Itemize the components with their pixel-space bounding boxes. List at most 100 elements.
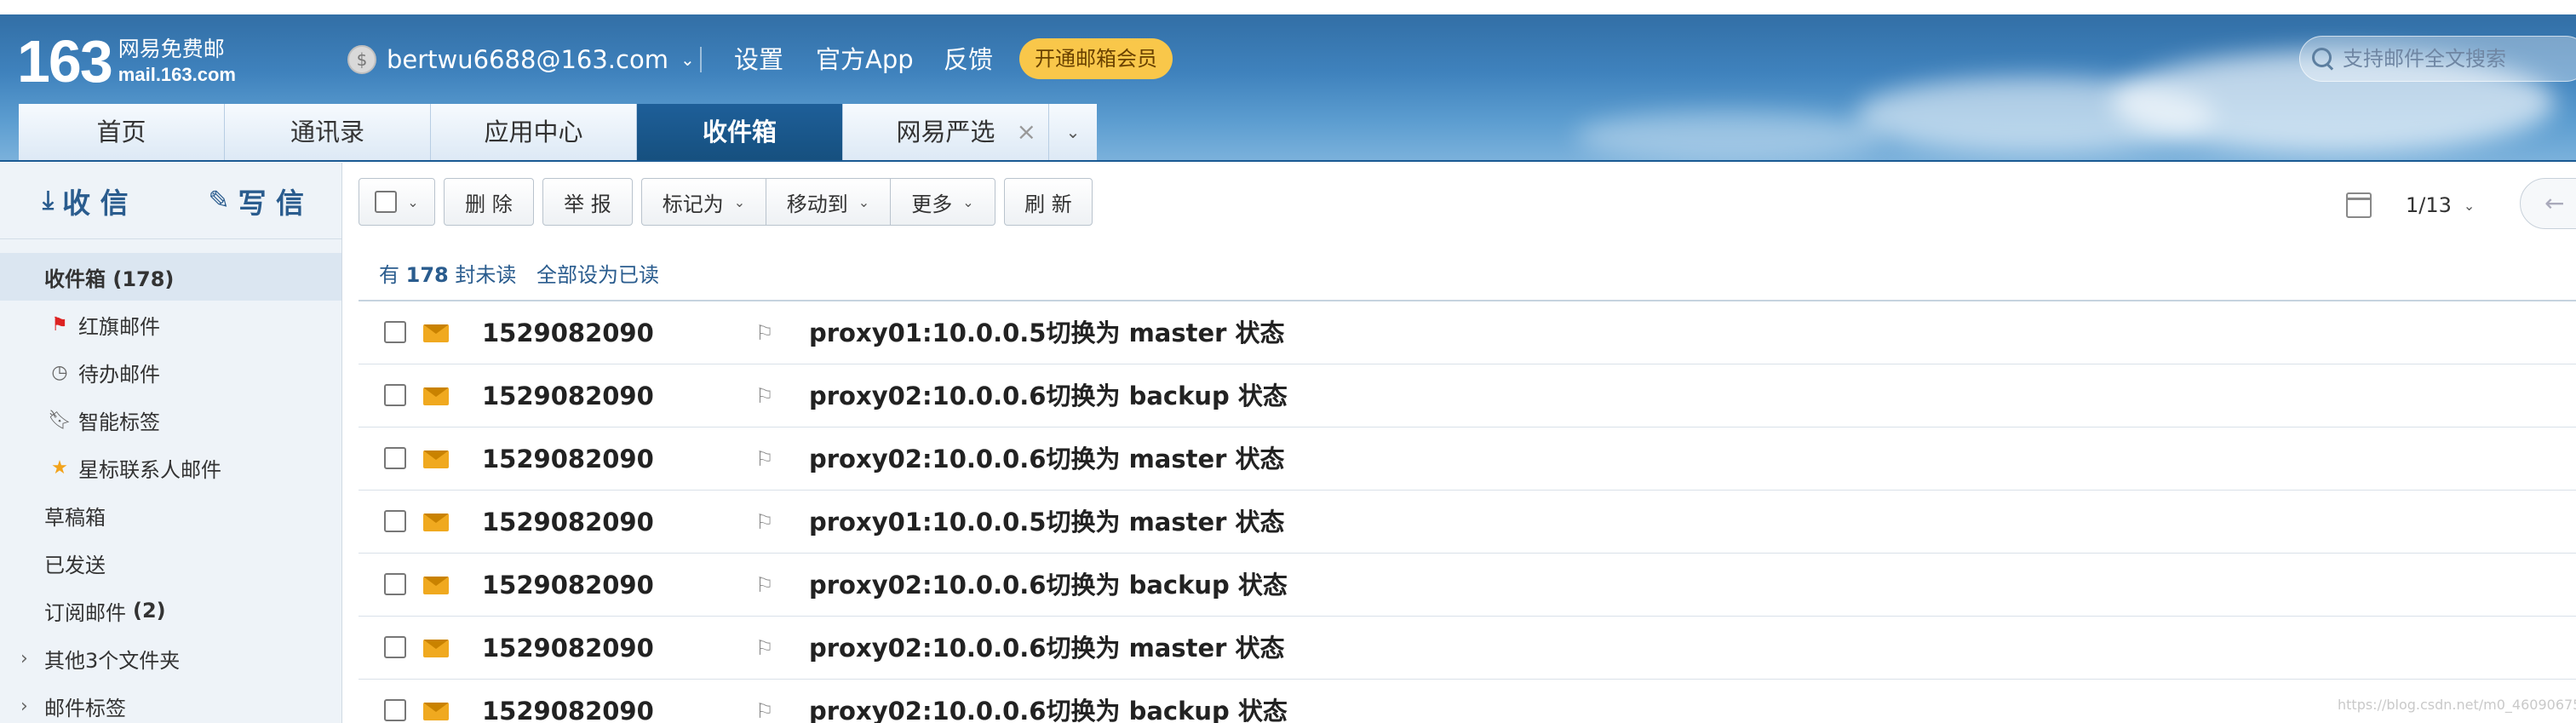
vip-membership-button[interactable]: 开通邮箱会员 <box>1019 38 1173 79</box>
email-subject: proxy02:10.0.0.6切换为 master 状态 <box>809 445 1285 473</box>
flag-icon[interactable]: ⚐ <box>755 554 774 617</box>
sidebar-item-label: 邮件标签 <box>44 696 126 720</box>
sidebar: ⤓ 收 信 ✎ 写 信 收件箱 (178) ⚑ 红旗邮件 ◷ 待办邮件 🔖︎ 智… <box>0 163 342 723</box>
row-checkbox[interactable] <box>384 384 406 406</box>
download-icon: ⤓ <box>42 186 55 215</box>
mark-as-button[interactable]: 标记为 ⌄ <box>641 178 766 226</box>
flag-icon[interactable]: ⚐ <box>755 680 774 723</box>
email-subject: proxy01:10.0.0.5切换为 master 状态 <box>809 508 1285 537</box>
sidebar-item-label: 订阅邮件 <box>44 600 126 625</box>
select-all-dropdown[interactable]: ⌄ <box>359 178 435 226</box>
refresh-button[interactable]: 刷 新 <box>1004 178 1093 226</box>
chevron-right-icon: › <box>20 647 28 669</box>
logo-text: 网易免费邮 mail.163.com <box>118 36 236 87</box>
header-bottom-border <box>0 160 2576 162</box>
email-sender: 1529082090 <box>482 571 654 600</box>
row-checkbox[interactable] <box>384 447 406 469</box>
top-header: 163 网易免费邮 mail.163.com $ bertwu6688@163.… <box>0 0 2576 162</box>
sidebar-item-todo[interactable]: ◷ 待办邮件 <box>0 348 341 396</box>
sidebar-item-inbox[interactable]: 收件箱 (178) <box>0 253 341 301</box>
row-checkbox[interactable] <box>384 636 406 658</box>
logo-cn: 网易免费邮 <box>118 37 225 61</box>
email-row[interactable]: 1529082090 ⚐ proxy02:10.0.0.6切换为 backup … <box>359 554 2576 617</box>
sidebar-item-red-flag[interactable]: ⚑ 红旗邮件 <box>0 301 341 348</box>
tab-yanxuan-label: 网易严选 <box>896 118 995 146</box>
email-subject: proxy02:10.0.0.6切换为 backup 状态 <box>809 382 1288 410</box>
search-input[interactable] <box>2343 47 2564 71</box>
sidebar-item-label: 红旗邮件 <box>78 314 160 339</box>
unread-suffix: 封未读 <box>455 263 517 287</box>
mark-all-read-link[interactable]: 全部设为已读 <box>536 263 659 287</box>
compose-icon: ✎ <box>208 186 230 215</box>
sidebar-item-subscriptions[interactable]: 订阅邮件 (2) <box>0 587 341 634</box>
unread-prefix: 有 <box>379 263 399 287</box>
flag-icon[interactable]: ⚐ <box>755 427 774 491</box>
email-row[interactable]: 1529082090 ⚐ proxy02:10.0.0.6切换为 backup … <box>359 680 2576 723</box>
email-sender: 1529082090 <box>482 445 654 473</box>
email-row[interactable]: 1529082090 ⚐ proxy01:10.0.0.5切换为 master … <box>359 301 2576 364</box>
email-row[interactable]: 1529082090 ⚐ proxy02:10.0.0.6切换为 backup … <box>359 364 2576 427</box>
tabs-more-button[interactable]: ⌄ <box>1049 104 1097 160</box>
receive-mail-button[interactable]: ⤓ 收 信 <box>0 181 171 221</box>
star-icon: ★ <box>51 456 68 479</box>
email-sender: 1529082090 <box>482 634 654 663</box>
flag-icon[interactable]: ⚐ <box>755 617 774 680</box>
folder-list: 收件箱 (178) ⚑ 红旗邮件 ◷ 待办邮件 🔖︎ 智能标签 ★ 星标联系人邮… <box>0 239 341 723</box>
flag-icon[interactable]: ⚐ <box>755 301 774 364</box>
logo-number: 163 <box>17 28 113 95</box>
row-checkbox[interactable] <box>384 510 406 532</box>
sidebar-item-other-folders[interactable]: › 其他3个文件夹 <box>0 634 341 682</box>
bookmark-icon: 🔖︎ <box>48 409 72 431</box>
email-row[interactable]: 1529082090 ⚐ proxy02:10.0.0.6切换为 master … <box>359 617 2576 680</box>
sidebar-item-starred[interactable]: ★ 星标联系人邮件 <box>0 444 341 491</box>
report-button[interactable]: 举 报 <box>542 178 633 226</box>
tab-yanxuan[interactable]: 网易严选 × <box>843 104 1049 160</box>
logo[interactable]: 163 网易免费邮 mail.163.com <box>17 27 236 95</box>
email-sender: 1529082090 <box>482 382 654 410</box>
row-checkbox[interactable] <box>384 321 406 343</box>
calendar-icon[interactable] <box>2346 192 2372 218</box>
chevron-down-icon: ⌄ <box>962 193 974 210</box>
email-subject: proxy01:10.0.0.5切换为 master 状态 <box>809 318 1285 347</box>
email-row[interactable]: 1529082090 ⚐ proxy02:10.0.0.6切换为 master … <box>359 427 2576 491</box>
page-indicator[interactable]: 1/13 <box>2406 193 2452 217</box>
more-button[interactable]: 更多 ⌄ <box>890 178 995 226</box>
search-box[interactable] <box>2299 36 2576 82</box>
unread-envelope-icon <box>423 450 449 468</box>
tab-contacts[interactable]: 通讯录 <box>225 104 431 160</box>
official-app-link[interactable]: 官方App <box>816 43 914 77</box>
settings-link[interactable]: 设置 <box>734 43 783 77</box>
tab-home[interactable]: 首页 <box>19 104 225 160</box>
prev-page-button[interactable]: ← <box>2520 178 2576 229</box>
tab-inbox[interactable]: 收件箱 <box>637 104 843 160</box>
sidebar-item-drafts[interactable]: 草稿箱 <box>0 491 341 539</box>
close-icon[interactable]: × <box>1017 104 1036 160</box>
toolbar-group: 标记为 ⌄ 移动到 ⌄ 更多 ⌄ <box>641 178 995 226</box>
chevron-down-icon: ⌄ <box>1065 122 1081 142</box>
email-row[interactable]: 1529082090 ⚐ proxy01:10.0.0.5切换为 master … <box>359 491 2576 554</box>
chevron-down-icon: ⌄ <box>2463 197 2476 214</box>
divider <box>700 47 702 72</box>
delete-button[interactable]: 删 除 <box>444 178 534 226</box>
sidebar-item-sent[interactable]: 已发送 <box>0 539 341 587</box>
avatar-icon: $ <box>347 45 376 74</box>
compose-mail-button[interactable]: ✎ 写 信 <box>171 181 342 221</box>
chevron-down-icon: ⌄ <box>680 49 695 70</box>
mail-list-panel: ⌄ 删 除 举 报 标记为 ⌄ 移动到 ⌄ 更多 ⌄ 刷 新 1/13 ⌄ ← … <box>343 163 2576 723</box>
sidebar-item-label: 星标联系人邮件 <box>78 457 221 482</box>
email-sender: 1529082090 <box>482 697 654 723</box>
email-subject: proxy02:10.0.0.6切换为 backup 状态 <box>809 571 1288 600</box>
sidebar-item-mail-tags[interactable]: › 邮件标签 <box>0 682 341 723</box>
row-checkbox[interactable] <box>384 699 406 721</box>
email-sender: 1529082090 <box>482 508 654 537</box>
unread-count: 178 <box>405 263 449 287</box>
feedback-link[interactable]: 反馈 <box>944 43 993 77</box>
flag-icon[interactable]: ⚐ <box>755 491 774 554</box>
move-to-button[interactable]: 移动到 ⌄ <box>766 178 890 226</box>
sidebar-item-smart-tags[interactable]: 🔖︎ 智能标签 <box>0 396 341 444</box>
tab-app-center[interactable]: 应用中心 <box>431 104 637 160</box>
row-checkbox[interactable] <box>384 573 406 595</box>
flag-icon[interactable]: ⚐ <box>755 364 774 427</box>
toolbar: ⌄ 删 除 举 报 标记为 ⌄ 移动到 ⌄ 更多 ⌄ 刷 新 <box>359 178 1101 226</box>
account-switcher[interactable]: $ bertwu6688@163.com ⌄ <box>347 43 695 77</box>
